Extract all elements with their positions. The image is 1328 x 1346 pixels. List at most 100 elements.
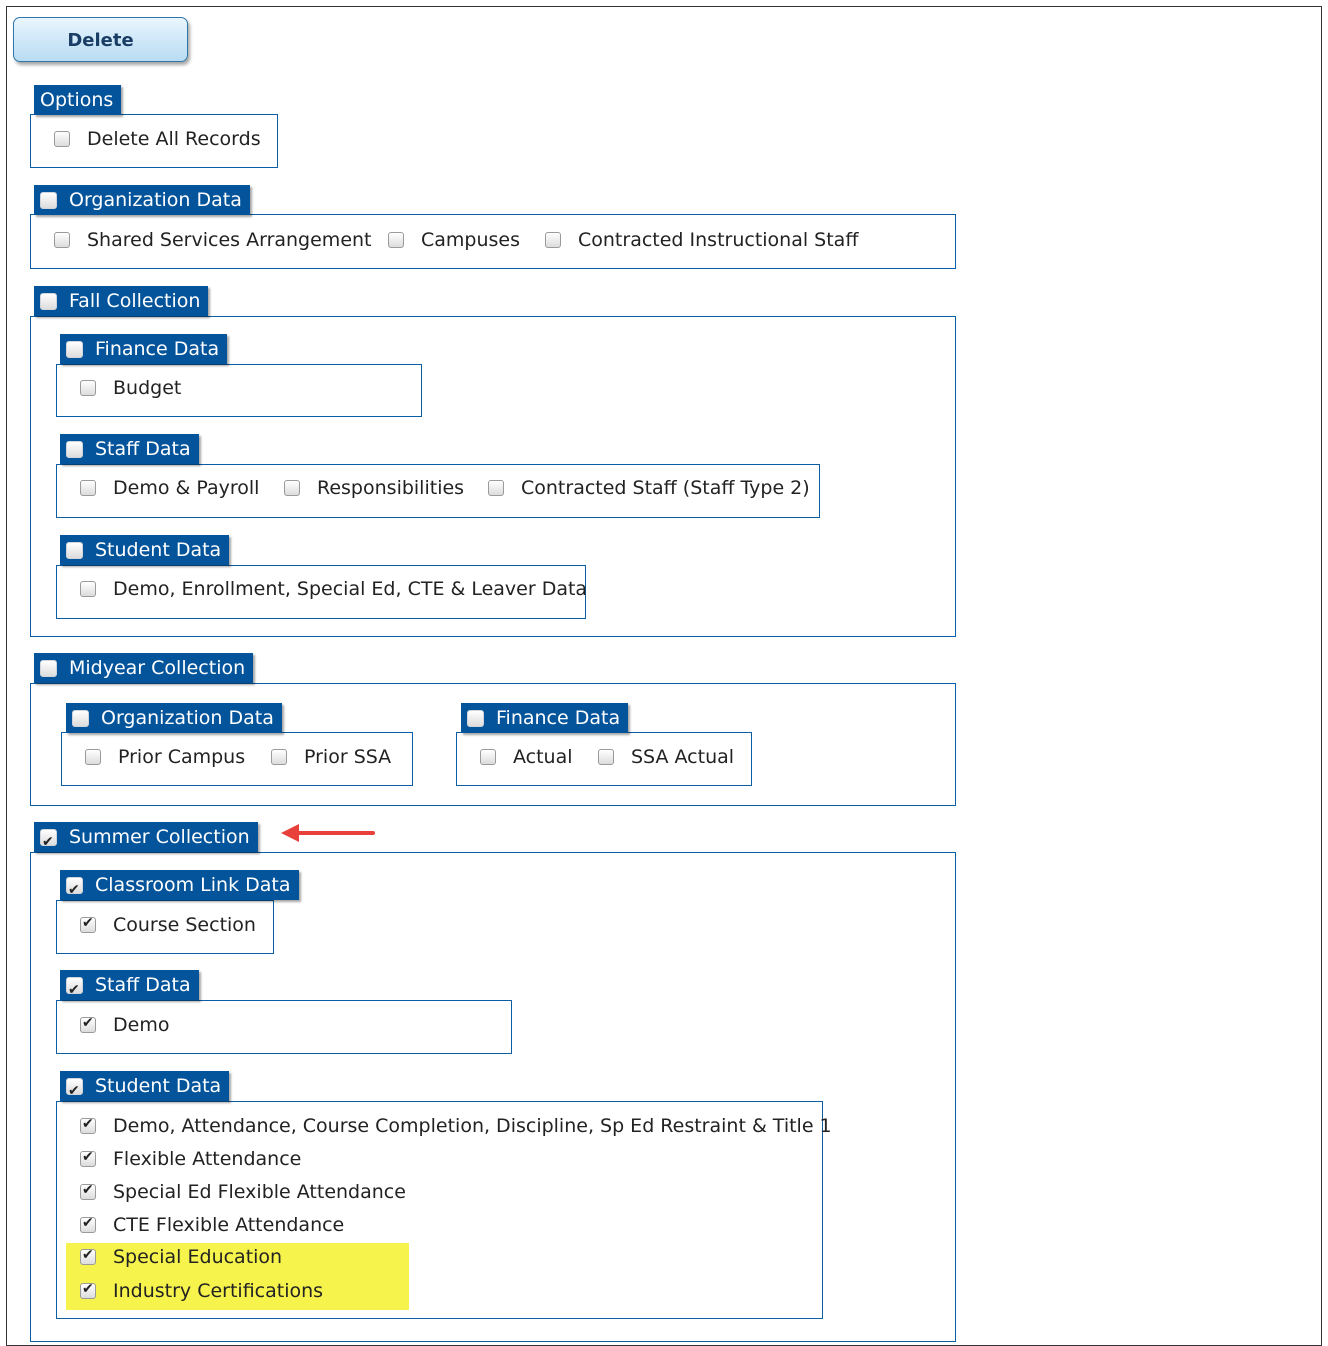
summer-classroom-title: Classroom Link Data [95, 874, 291, 896]
fall-staff-item-responsibilities[interactable]: Responsibilities [284, 477, 464, 499]
fall-student-checkbox[interactable] [66, 541, 83, 559]
summer-student-item-0-label: Demo, Attendance, Course Completion, Dis… [113, 1115, 832, 1137]
fall-staff-item-demo-payroll[interactable]: Demo & Payroll [80, 477, 259, 499]
summer-student-item-3-label: CTE Flexible Attendance [113, 1214, 345, 1236]
summer-staff-title: Staff Data [95, 974, 191, 996]
budget-label: Budget [113, 377, 182, 399]
summer-student-item-3-checkbox[interactable] [80, 1215, 96, 1233]
fall-collection-title: Fall Collection [69, 290, 201, 312]
summer-collection-title: Summer Collection [69, 826, 250, 848]
prior-campus-label: Prior Campus [118, 746, 246, 768]
midyear-collection-title: Midyear Collection [69, 657, 246, 679]
red-arrow-icon [281, 824, 375, 842]
fall-student-item-checkbox[interactable] [80, 581, 96, 597]
fall-staff-checkbox[interactable] [66, 440, 83, 458]
summer-student-item-0-checkbox[interactable] [80, 1116, 96, 1134]
summer-staff-item-demo[interactable]: Demo [80, 1014, 169, 1036]
fall-finance-legend[interactable]: Finance Data [60, 334, 228, 364]
fall-finance-title: Finance Data [95, 338, 220, 360]
org-item-campuses[interactable]: Campuses [388, 229, 520, 251]
summer-classroom-legend[interactable]: Classroom Link Data [60, 870, 299, 905]
responsibilities-label: Responsibilities [317, 477, 465, 499]
summer-classroom-checkbox[interactable] [66, 875, 83, 905]
summer-student-item-4-checkbox[interactable] [80, 1247, 96, 1265]
ssa-actual-checkbox[interactable] [598, 749, 614, 765]
summer-student-item-2[interactable]: Special Ed Flexible Attendance [80, 1181, 406, 1203]
summer-classroom-item-course-section[interactable]: Course Section [80, 914, 256, 936]
fall-collection-legend[interactable]: Fall Collection [34, 286, 209, 316]
midyear-collection-checkbox[interactable] [40, 659, 57, 677]
summer-student-title: Student Data [95, 1075, 222, 1097]
summer-staff-checkbox[interactable] [66, 975, 83, 1005]
midyear-org-legend[interactable]: Organization Data [66, 703, 282, 733]
fall-collection-checkbox[interactable] [40, 292, 57, 310]
responsibilities-checkbox[interactable] [284, 480, 300, 496]
prior-campus-checkbox[interactable] [85, 749, 101, 765]
midyear-finance-item-actual[interactable]: Actual [480, 746, 573, 768]
actual-checkbox[interactable] [480, 749, 496, 765]
fall-finance-item-budget[interactable]: Budget [80, 377, 181, 399]
summer-student-item-5-checkbox[interactable] [80, 1281, 96, 1299]
organization-data-legend[interactable]: Organization Data [34, 185, 250, 215]
organization-data-checkbox[interactable] [40, 191, 57, 209]
prior-ssa-checkbox[interactable] [271, 749, 287, 765]
summer-collection-legend[interactable]: Summer Collection [34, 822, 258, 857]
demo-payroll-checkbox[interactable] [80, 480, 96, 496]
demo-payroll-label: Demo & Payroll [113, 477, 260, 499]
fall-staff-item-contracted[interactable]: Contracted Staff (Staff Type 2) [488, 477, 810, 499]
summer-student-item-4[interactable]: Special Education [80, 1246, 282, 1268]
summer-student-item-5[interactable]: Industry Certifications [80, 1280, 323, 1302]
contracted-staff-label: Contracted Staff (Staff Type 2) [521, 477, 810, 499]
fall-staff-legend[interactable]: Staff Data [60, 434, 199, 464]
summer-collection-checkbox[interactable] [40, 827, 57, 857]
prior-ssa-label: Prior SSA [304, 746, 392, 768]
campuses-checkbox[interactable] [388, 232, 404, 248]
fall-student-title: Student Data [95, 539, 222, 561]
summer-student-checkbox[interactable] [66, 1076, 83, 1106]
summer-student-item-3[interactable]: CTE Flexible Attendance [80, 1214, 344, 1236]
summer-staff-demo-checkbox[interactable] [80, 1015, 96, 1033]
summer-staff-demo-label: Demo [113, 1014, 170, 1036]
course-section-checkbox[interactable] [80, 915, 96, 933]
summer-student-item-2-checkbox[interactable] [80, 1182, 96, 1200]
midyear-finance-legend[interactable]: Finance Data [461, 703, 629, 733]
delete-all-records-label: Delete All Records [87, 128, 261, 150]
midyear-finance-checkbox[interactable] [467, 709, 484, 727]
summer-staff-legend[interactable]: Staff Data [60, 970, 199, 1005]
summer-student-item-5-label: Industry Certifications [113, 1280, 324, 1302]
org-item-contracted[interactable]: Contracted Instructional Staff [545, 229, 858, 251]
actual-label: Actual [513, 746, 573, 768]
contracted-staff-checkbox[interactable] [488, 480, 504, 496]
summer-student-item-0[interactable]: Demo, Attendance, Course Completion, Dis… [80, 1115, 832, 1137]
org-item-ssa[interactable]: Shared Services Arrangement [54, 229, 372, 251]
budget-checkbox[interactable] [80, 380, 96, 396]
midyear-org-item-prior-campus[interactable]: Prior Campus [85, 746, 245, 768]
shared-services-checkbox[interactable] [54, 232, 70, 248]
options-legend: Options [34, 85, 122, 115]
midyear-org-checkbox[interactable] [72, 709, 89, 727]
contracted-instructional-staff-checkbox[interactable] [545, 232, 561, 248]
midyear-collection-legend[interactable]: Midyear Collection [34, 653, 254, 683]
midyear-finance-title: Finance Data [496, 707, 621, 729]
options-title: Options [40, 89, 114, 111]
option-item-delete-all[interactable]: Delete All Records [54, 128, 261, 150]
fall-student-legend[interactable]: Student Data [60, 535, 230, 565]
organization-data-title: Organization Data [69, 189, 242, 211]
midyear-finance-item-ssa-actual[interactable]: SSA Actual [598, 746, 734, 768]
summer-student-legend[interactable]: Student Data [60, 1071, 230, 1106]
contracted-instructional-staff-label: Contracted Instructional Staff [578, 229, 859, 251]
course-section-label: Course Section [113, 914, 256, 936]
delete-button[interactable]: Delete [13, 17, 188, 62]
shared-services-label: Shared Services Arrangement [87, 229, 372, 251]
summer-student-item-1-label: Flexible Attendance [113, 1148, 302, 1170]
campuses-label: Campuses [421, 229, 521, 251]
midyear-org-title: Organization Data [101, 707, 274, 729]
summer-student-item-1[interactable]: Flexible Attendance [80, 1148, 301, 1170]
fall-finance-checkbox[interactable] [66, 340, 83, 358]
midyear-org-item-prior-ssa[interactable]: Prior SSA [271, 746, 391, 768]
fall-student-item-0[interactable]: Demo, Enrollment, Special Ed, CTE & Leav… [80, 578, 587, 600]
fall-student-item-label: Demo, Enrollment, Special Ed, CTE & Leav… [113, 578, 588, 600]
summer-student-item-1-checkbox[interactable] [80, 1149, 96, 1167]
delete-all-records-checkbox[interactable] [54, 131, 70, 147]
fall-staff-title: Staff Data [95, 438, 191, 460]
